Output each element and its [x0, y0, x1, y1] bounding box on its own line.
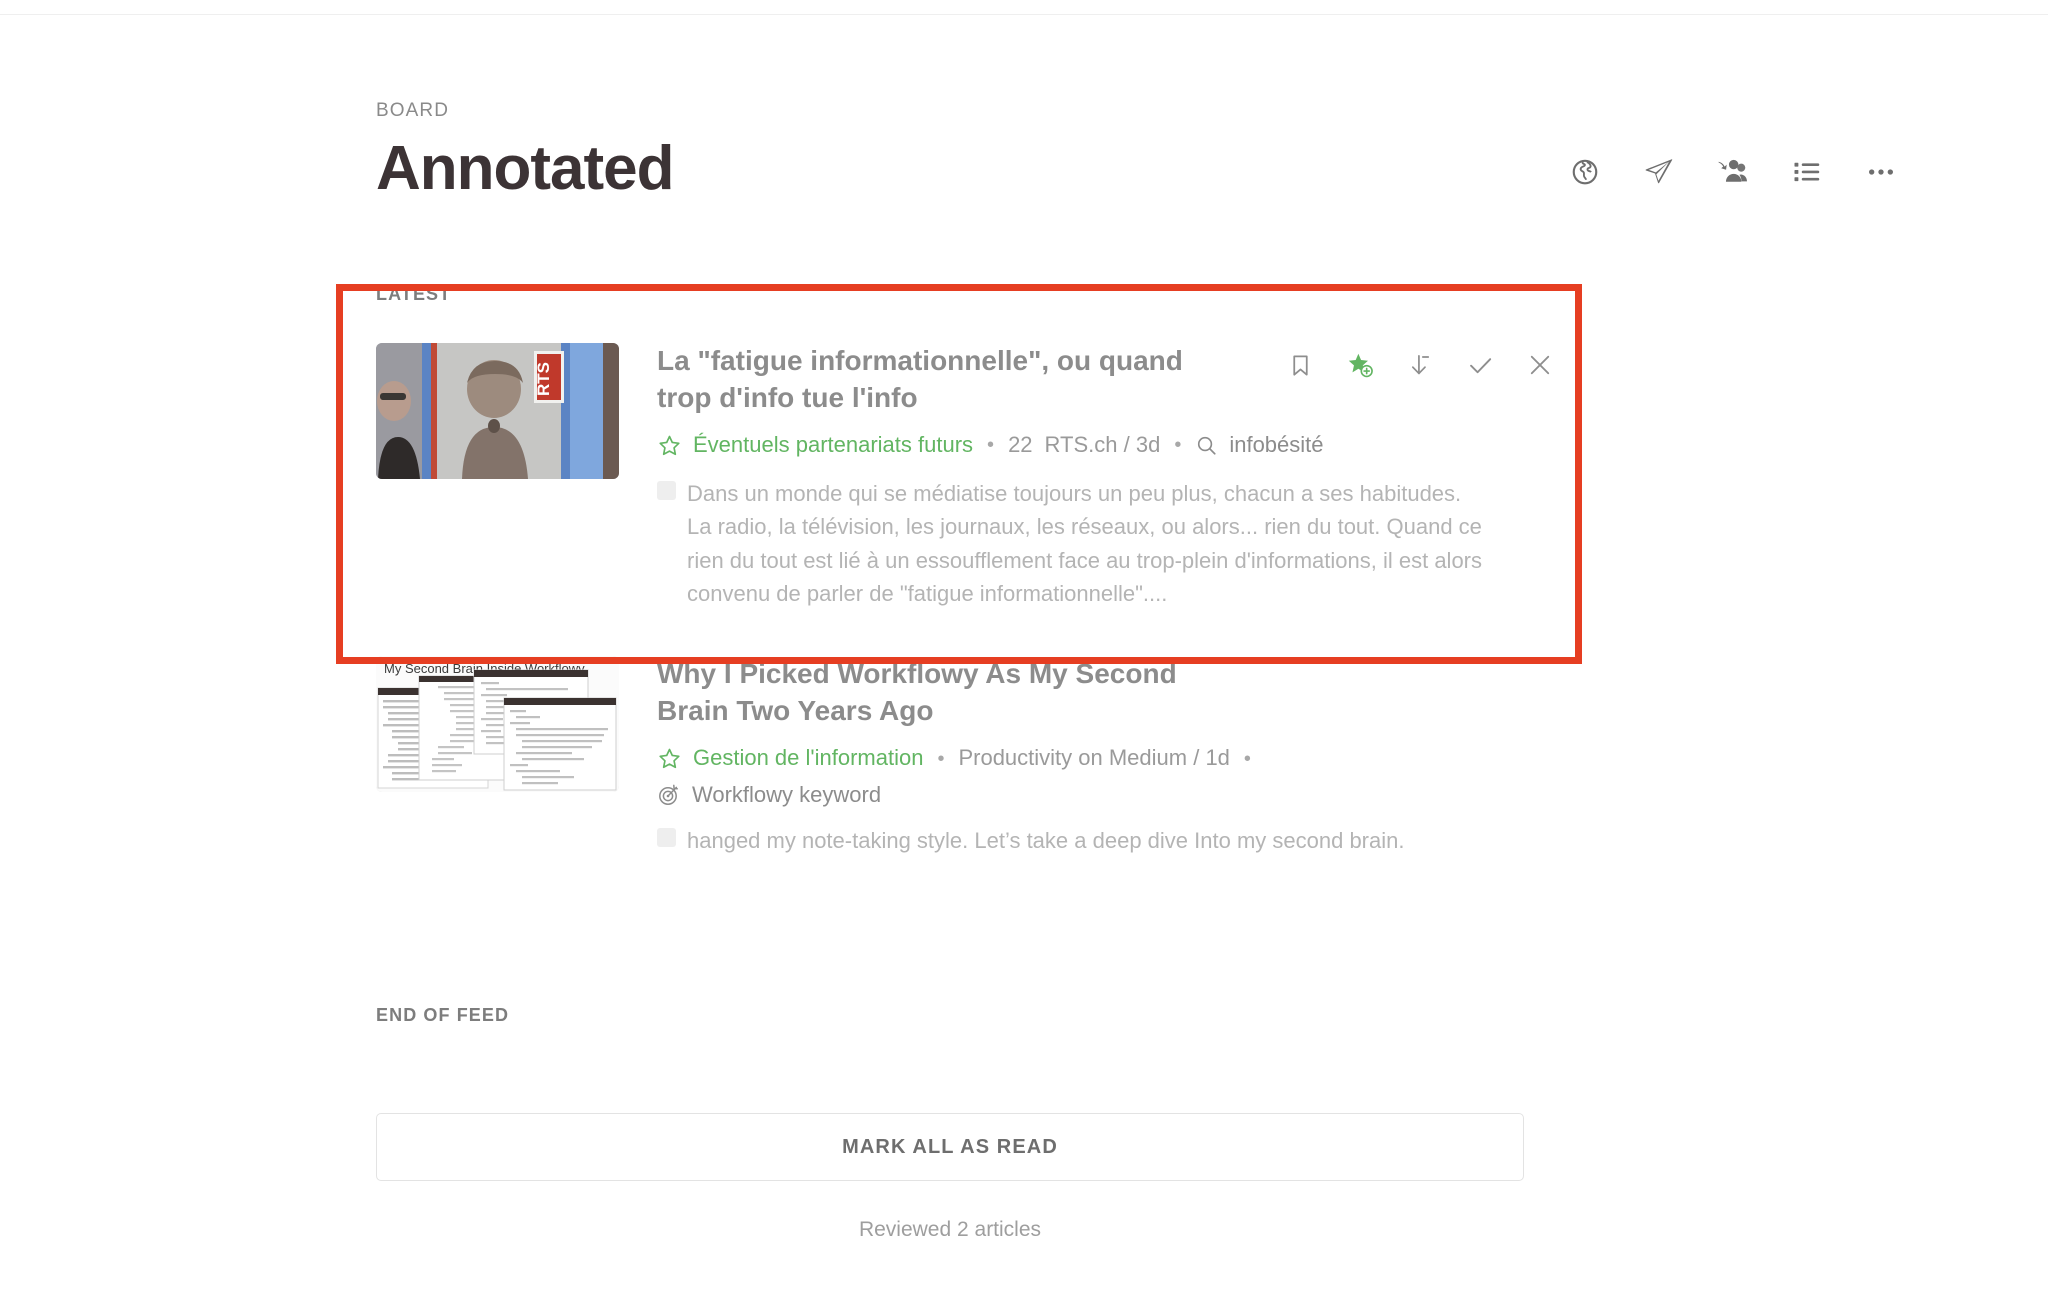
- board-page: BOARD Annotated LATEST RTS La "fatigue i…: [0, 0, 2048, 1303]
- article-content: Why I Picked Workflowy As My Second Brai…: [657, 656, 1556, 857]
- article-meta: Éventuels partenariats futurs • 22 RTS.c…: [657, 430, 1556, 461]
- list-view-icon[interactable]: [1790, 155, 1824, 189]
- article-meta: Gestion de l'information • Productivity …: [657, 743, 1556, 774]
- check-icon[interactable]: [1464, 349, 1496, 381]
- title-row: Annotated: [376, 136, 1898, 201]
- top-divider: [0, 14, 2048, 15]
- summary-text: Dans un monde qui se médiatise toujours …: [687, 480, 1483, 607]
- meta-separator-trailing: •: [1243, 747, 1251, 770]
- article-title[interactable]: La "fatigue informationnelle", ou quand …: [657, 343, 1237, 417]
- summary-marker-icon: [657, 828, 676, 848]
- search-icon: [1195, 434, 1218, 457]
- add-people-icon[interactable]: [1716, 155, 1750, 189]
- article-thumbnail[interactable]: RTS: [376, 343, 619, 479]
- header-actions: [1568, 155, 1898, 201]
- article-thumbnail[interactable]: My Second Brain Inside Workflowy: [376, 656, 619, 793]
- article-keyword[interactable]: Workflowy keyword: [657, 782, 1556, 808]
- meta-separator: •: [937, 747, 945, 770]
- breadcrumb-board-label: BOARD: [376, 100, 450, 121]
- list-item[interactable]: My Second Brain Inside Workflowy Why I P…: [376, 656, 1556, 857]
- keyword-label: infobésité: [1229, 431, 1324, 457]
- close-icon[interactable]: [1524, 349, 1556, 381]
- keyword-label: Workflowy keyword: [692, 782, 882, 808]
- article-source: RTS.ch / 3d: [1044, 431, 1161, 457]
- board-header: BOARD Annotated: [376, 100, 1898, 201]
- star-plus-icon[interactable]: [1344, 349, 1376, 381]
- article-content: La "fatigue informationnelle", ou quand …: [657, 343, 1556, 610]
- send-icon[interactable]: [1642, 155, 1676, 189]
- more-options-icon[interactable]: [1864, 155, 1898, 189]
- summary-text: hanged my note-taking style. Let’s take …: [687, 828, 1405, 854]
- article-count: 22: [1008, 431, 1033, 457]
- article-title[interactable]: Why I Picked Workflowy As My Second Brai…: [657, 656, 1197, 730]
- download-icon[interactable]: [1404, 349, 1436, 381]
- svg-text:RTS: RTS: [534, 362, 553, 396]
- page-title: Annotated: [376, 134, 675, 203]
- meta-separator-2: •: [1174, 434, 1182, 457]
- globe-icon[interactable]: [1568, 155, 1602, 189]
- article-tag[interactable]: Gestion de l'information: [693, 743, 923, 774]
- meta-separator: •: [987, 434, 995, 457]
- star-outline-icon[interactable]: [657, 433, 682, 458]
- target-icon: [657, 783, 681, 807]
- bookmark-icon[interactable]: [1284, 349, 1316, 381]
- article-feed: LATEST RTS La "fatigue informationnelle"…: [376, 284, 1556, 858]
- end-of-feed-label: END OF FEED: [376, 1005, 510, 1025]
- article-summary: hanged my note-taking style. Let’s take …: [657, 824, 1485, 857]
- reviewed-count-text: Reviewed 2 articles: [858, 1218, 1042, 1241]
- mark-all-as-read-button[interactable]: MARK ALL AS READ: [376, 1113, 1524, 1181]
- article-summary: Dans un monde qui se médiatise toujours …: [657, 477, 1485, 611]
- article-keyword[interactable]: infobésité: [1195, 430, 1324, 461]
- summary-marker-icon: [657, 480, 676, 500]
- article-actions: [1284, 349, 1556, 381]
- article-tag[interactable]: Éventuels partenariats futurs: [693, 430, 973, 461]
- section-label-latest: LATEST: [376, 284, 452, 304]
- list-item[interactable]: RTS La "fatigue informationnelle", ou qu…: [376, 343, 1556, 610]
- star-outline-icon[interactable]: [657, 746, 682, 771]
- article-source: Productivity on Medium / 1d: [958, 745, 1230, 771]
